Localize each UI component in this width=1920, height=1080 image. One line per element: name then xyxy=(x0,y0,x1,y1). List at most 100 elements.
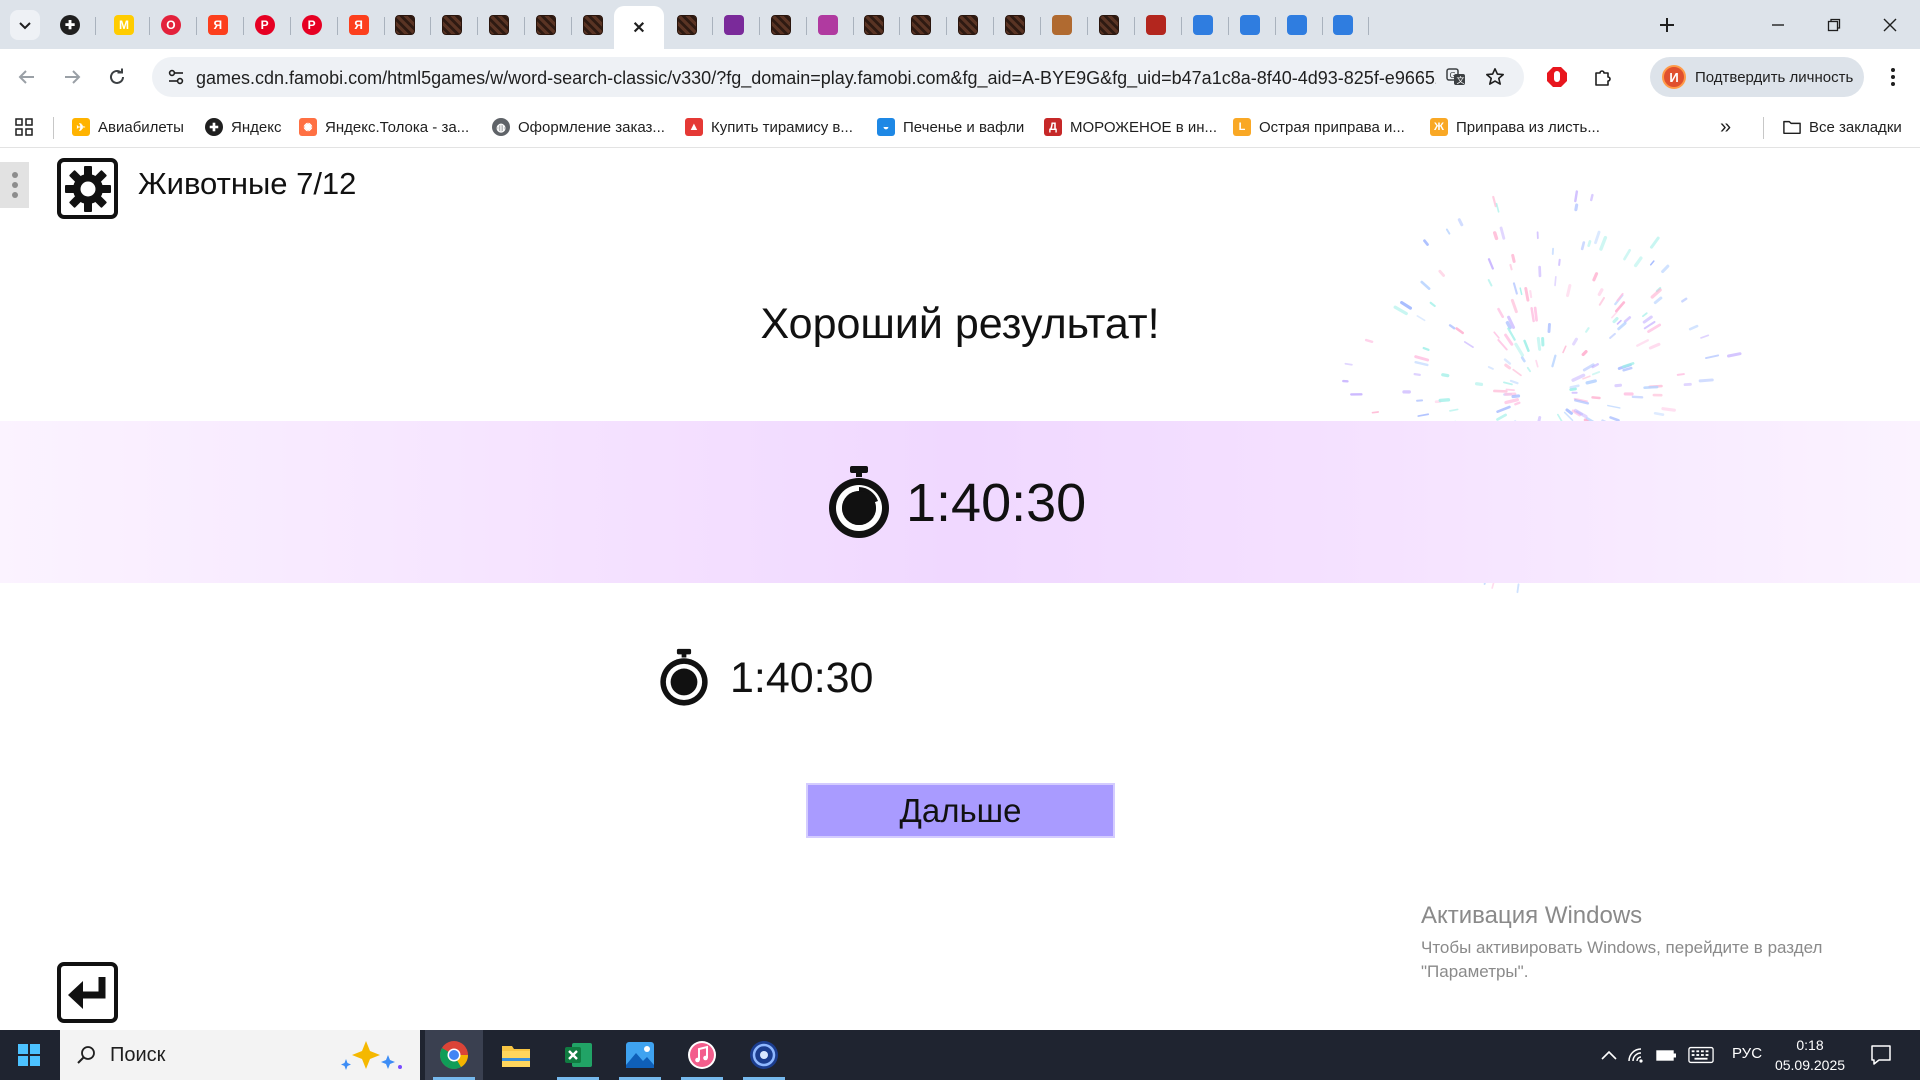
taskbar-chrome[interactable] xyxy=(425,1030,483,1080)
excel-icon xyxy=(565,1043,592,1067)
taskbar-mediaget[interactable] xyxy=(735,1030,793,1080)
apps-grid-icon xyxy=(15,118,33,136)
browser-tab[interactable]: Я xyxy=(333,6,385,44)
browser-tab[interactable] xyxy=(520,6,573,44)
bookmark-item[interactable]: ▲ Купить тирамису в... xyxy=(685,115,853,139)
yandex-icon: Я xyxy=(348,15,369,35)
browser-tab[interactable] xyxy=(1224,6,1276,44)
browser-tab[interactable]: M xyxy=(98,6,150,44)
bookmark-item[interactable]: ◍ Оформление заказ... xyxy=(492,115,665,139)
apps-button[interactable] xyxy=(12,115,36,139)
basket-icon: ◒ xyxy=(877,118,895,136)
blue-app-icon xyxy=(1286,15,1307,35)
game-icon xyxy=(911,15,932,35)
input-language[interactable]: РУС xyxy=(1732,1045,1762,1062)
tray-keyboard[interactable] xyxy=(1688,1043,1714,1067)
browser-toolbar: games.cdn.famobi.com/html5games/w/word-s… xyxy=(0,49,1920,106)
tray-overflow-button[interactable] xyxy=(1596,1043,1622,1067)
settings-button[interactable] xyxy=(57,158,118,219)
game-icon xyxy=(489,15,510,35)
translate-button[interactable]: G文 xyxy=(1442,63,1470,91)
pinterest-icon: P xyxy=(254,15,275,35)
blue-app-icon xyxy=(1239,15,1260,35)
tab-pinned-yandex-plus[interactable]: ✚ xyxy=(44,6,96,44)
result-title: Хороший результат! xyxy=(760,300,1160,348)
reload-button[interactable] xyxy=(100,60,134,94)
taskbar-file-explorer[interactable] xyxy=(487,1030,545,1080)
bookmark-item[interactable]: ✚ Яндекс xyxy=(205,115,281,139)
start-button[interactable] xyxy=(0,1030,58,1080)
browser-tab[interactable] xyxy=(1177,6,1229,44)
browser-tab[interactable]: P xyxy=(286,6,338,44)
new-tab-button[interactable] xyxy=(1652,10,1682,40)
keyboard-icon xyxy=(1688,1046,1714,1064)
address-bar[interactable]: games.cdn.famobi.com/html5games/w/word-s… xyxy=(152,57,1524,97)
game-icon xyxy=(958,15,979,35)
browser-tab[interactable] xyxy=(895,6,948,44)
back-to-menu-button[interactable] xyxy=(57,962,118,1023)
all-bookmarks-button[interactable]: Все закладки xyxy=(1783,115,1902,139)
browser-tab[interactable] xyxy=(473,6,526,44)
browser-tab[interactable] xyxy=(1271,6,1323,44)
browser-tab[interactable] xyxy=(755,6,807,44)
browser-menu-button[interactable] xyxy=(1878,62,1908,92)
taskbar-excel[interactable] xyxy=(549,1030,607,1080)
close-icon xyxy=(1883,18,1897,31)
extensions-button[interactable] xyxy=(1588,62,1618,92)
browser-tab[interactable] xyxy=(989,6,1042,44)
taskbar-itunes[interactable] xyxy=(673,1030,731,1080)
browser-tab[interactable] xyxy=(802,6,854,44)
url-text[interactable]: games.cdn.famobi.com/html5games/w/word-s… xyxy=(196,68,1436,89)
bookmark-star-button[interactable] xyxy=(1481,63,1509,91)
forward-button[interactable] xyxy=(55,60,89,94)
bookmark-label: Яндекс.Толока - за... xyxy=(325,118,470,136)
bookmark-item[interactable]: Д МОРОЖЕНОЕ в ин... xyxy=(1044,115,1217,139)
more-bookmarks-button[interactable]: » xyxy=(1720,115,1731,139)
game-icon xyxy=(583,15,603,35)
next-button[interactable]: Дальше xyxy=(806,783,1115,838)
browser-tab[interactable] xyxy=(661,6,713,44)
clock[interactable]: 0:18 05.09.2025 xyxy=(1770,1035,1850,1075)
browser-tab[interactable]: O xyxy=(145,6,197,44)
bookmark-item[interactable]: ✈ Авиабилеты xyxy=(72,115,184,139)
browser-tab[interactable] xyxy=(1317,6,1370,44)
game-icon xyxy=(676,15,697,35)
close-window-button[interactable] xyxy=(1862,0,1918,49)
bookmark-item[interactable]: Ж Приправа из листь... xyxy=(1430,115,1600,139)
browser-tab[interactable] xyxy=(848,6,901,44)
kebab-menu-icon xyxy=(1891,68,1895,86)
browser-tab[interactable] xyxy=(1083,6,1135,44)
browser-tab[interactable] xyxy=(426,6,479,44)
adblock-extension-button[interactable] xyxy=(1542,62,1572,92)
browser-tab[interactable] xyxy=(379,6,432,44)
site-info-button[interactable] xyxy=(162,63,190,91)
cake-icon: ▲ xyxy=(685,118,703,136)
taskbar-photos[interactable] xyxy=(611,1030,669,1080)
taskbar-search[interactable]: Поиск xyxy=(60,1030,420,1080)
profile-button[interactable]: И Подтвердить личность xyxy=(1650,57,1864,97)
bookmark-item[interactable]: ✺ Яндекс.Толока - за... xyxy=(299,115,469,139)
browser-tab[interactable] xyxy=(1130,6,1182,44)
yandex-plus-icon: ✚ xyxy=(205,118,223,136)
tab-search-button[interactable] xyxy=(10,10,40,40)
spice-icon: L xyxy=(1233,118,1251,136)
notifications-button[interactable] xyxy=(1866,1042,1896,1068)
back-button[interactable] xyxy=(10,60,44,94)
browser-tab[interactable] xyxy=(942,6,995,44)
bookmark-item[interactable]: ◒ Печенье и вафли xyxy=(877,115,1024,139)
tray-network[interactable] xyxy=(1624,1043,1650,1067)
restore-button[interactable] xyxy=(1806,0,1862,49)
side-menu-handle[interactable] xyxy=(0,162,29,208)
minimize-button[interactable] xyxy=(1750,0,1806,49)
browser-tab[interactable] xyxy=(567,6,619,44)
browser-tab[interactable] xyxy=(1036,6,1088,44)
bookmark-item[interactable]: L Острая приправа и... xyxy=(1233,115,1405,139)
squirrel-game-icon xyxy=(1052,15,1072,35)
tab-active[interactable]: ✕ xyxy=(613,6,664,49)
browser-tab[interactable]: P xyxy=(239,6,291,44)
browser-tab[interactable] xyxy=(708,6,760,44)
close-icon[interactable]: ✕ xyxy=(629,18,649,38)
browser-tab[interactable]: Я xyxy=(192,6,244,44)
tray-battery[interactable] xyxy=(1654,1043,1680,1067)
game-icon xyxy=(1098,15,1119,35)
